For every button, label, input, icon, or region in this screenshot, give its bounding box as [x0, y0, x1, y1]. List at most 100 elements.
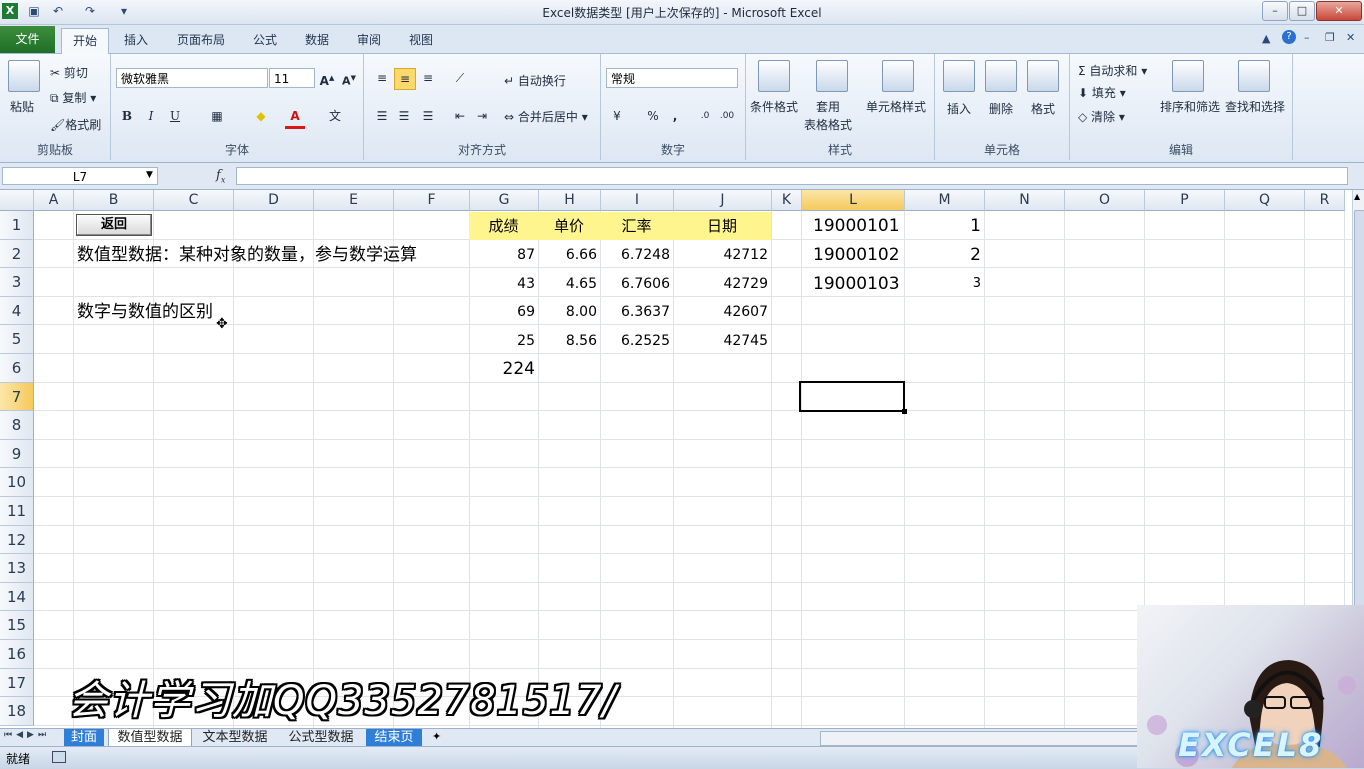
cell-j5[interactable]: 42745 [673, 327, 771, 355]
align-right-icon[interactable]: ☰ [418, 106, 438, 126]
align-bottom-icon[interactable]: ≡ [418, 68, 438, 88]
sheet-tab-numeric[interactable]: 数值型数据 [108, 729, 192, 747]
horizontal-scrollbar[interactable] [820, 731, 1142, 746]
conditional-format-icon[interactable] [758, 60, 790, 92]
row-header-8[interactable]: 8 [0, 411, 34, 440]
row-header-3[interactable]: 3 [0, 268, 34, 297]
macro-record-icon[interactable] [52, 751, 66, 763]
minimize-button[interactable]: – [1262, 1, 1288, 21]
cell-h5[interactable]: 8.56 [538, 327, 600, 355]
align-left-icon[interactable]: ☰ [372, 106, 392, 126]
sort-filter-icon[interactable] [1172, 60, 1204, 92]
cell-i4[interactable]: 6.3637 [600, 298, 673, 326]
wrap-text-button[interactable]: ↵ 自动换行 [504, 72, 566, 89]
cell-g2[interactable]: 87 [469, 241, 538, 269]
tab-page-layout[interactable]: 页面布局 [170, 28, 232, 52]
cell-l2[interactable]: 19000102 [810, 241, 903, 269]
cell-m3[interactable]: 3 [904, 270, 984, 298]
return-button[interactable]: 返回 [76, 214, 152, 236]
column-header-n[interactable]: N [985, 190, 1065, 211]
conditional-format-button[interactable]: 条件格式 [750, 98, 798, 115]
workbook-close-icon[interactable]: ✕ [1346, 31, 1355, 44]
sheet-tab-end[interactable]: 结束页 [366, 729, 422, 746]
row-header-9[interactable]: 9 [0, 439, 34, 469]
column-header-c[interactable]: C [154, 190, 234, 211]
fill-button[interactable]: ⬇ 填充 ▾ [1078, 84, 1126, 101]
delete-button[interactable]: 删除 [989, 100, 1013, 117]
cell-g6[interactable]: 224 [469, 355, 538, 383]
cell-l1[interactable]: 19000101 [810, 212, 903, 240]
select-all-corner[interactable] [0, 190, 34, 211]
column-header-m[interactable]: M [905, 190, 985, 211]
grow-font-icon[interactable]: A▲ [317, 68, 337, 88]
table-format-icon[interactable] [816, 60, 848, 92]
cell-b2[interactable]: 数值型数据：某种对象的数量，参与数学运算 [74, 241, 420, 269]
name-box-dropdown-icon[interactable]: ▼ [146, 170, 153, 180]
cell-h1[interactable]: 单价 [538, 212, 600, 240]
cell-j1[interactable]: 日期 [673, 212, 771, 240]
cut-button[interactable]: ✂ 剪切 [50, 64, 88, 81]
cell-h4[interactable]: 8.00 [538, 298, 600, 326]
column-header-k[interactable]: K [772, 190, 802, 211]
workbook-restore-icon[interactable]: ❐ [1325, 31, 1335, 44]
row-header-17[interactable]: 17 [0, 668, 34, 698]
workbook-minimize-icon[interactable]: – [1304, 31, 1310, 44]
sheet-tab-text[interactable]: 文本型数据 [194, 729, 276, 746]
row-header-11[interactable]: 11 [0, 497, 34, 526]
fill-color-icon[interactable]: ◆ [251, 106, 271, 126]
tab-file[interactable]: 文件 [0, 26, 55, 53]
column-header-o[interactable]: O [1065, 190, 1145, 211]
delete-cells-icon[interactable] [985, 60, 1017, 92]
cell-j4[interactable]: 42607 [673, 298, 771, 326]
merge-center-button[interactable]: ⇔ 合并后居中 ▾ [504, 108, 588, 125]
formula-input[interactable] [236, 167, 1348, 185]
cell-i5[interactable]: 6.2525 [600, 327, 673, 355]
row-header-14[interactable]: 14 [0, 582, 34, 612]
underline-button[interactable]: U [165, 106, 185, 126]
sheet-tab-formula[interactable]: 公式型数据 [280, 729, 362, 746]
sheet-nav-icons[interactable]: ⏮◀▶⏭ [4, 730, 50, 740]
cell-i3[interactable]: 6.7606 [600, 270, 673, 298]
tab-review[interactable]: 审阅 [350, 28, 388, 52]
align-middle-icon[interactable]: ≡ [394, 68, 416, 90]
font-color-icon[interactable]: A [285, 106, 305, 129]
close-button[interactable]: ✕ [1316, 1, 1362, 21]
column-header-j[interactable]: J [674, 190, 772, 211]
row-header-12[interactable]: 12 [0, 525, 34, 555]
cell-i1[interactable]: 汇率 [600, 212, 673, 240]
cell-h2[interactable]: 6.66 [538, 241, 600, 269]
sort-filter-button[interactable]: 排序和筛选 [1160, 98, 1220, 115]
maximize-button[interactable]: □ [1289, 1, 1315, 21]
cell-styles-icon[interactable] [882, 60, 914, 92]
row-header-2[interactable]: 2 [0, 239, 34, 269]
column-header-p[interactable]: P [1145, 190, 1225, 211]
column-header-l[interactable]: L [802, 190, 905, 211]
increase-decimal-icon[interactable]: .0 [695, 106, 715, 126]
cell-g5[interactable]: 25 [469, 327, 538, 355]
column-header-g[interactable]: G [470, 190, 539, 211]
tab-view[interactable]: 视图 [402, 28, 440, 52]
bold-button[interactable]: B [117, 106, 137, 126]
insert-function-icon[interactable]: fx [216, 167, 234, 185]
number-format-select[interactable]: 常规 [606, 68, 738, 88]
cell-g1[interactable]: 成绩 [469, 212, 538, 240]
row-header-16[interactable]: 16 [0, 640, 34, 669]
cell-j2[interactable]: 42712 [673, 241, 771, 269]
cell-m2[interactable]: 2 [904, 241, 984, 269]
column-header-f[interactable]: F [394, 190, 470, 211]
binoculars-icon[interactable] [1238, 60, 1270, 92]
tab-home[interactable]: 开始 [61, 28, 109, 54]
row-header-5[interactable]: 5 [0, 325, 34, 354]
insert-button[interactable]: 插入 [947, 100, 971, 117]
comma-button[interactable]: , [665, 106, 685, 126]
column-header-h[interactable]: H [539, 190, 601, 211]
fill-handle[interactable] [902, 409, 907, 414]
cell-b4[interactable]: 数字与数值的区别 [74, 298, 216, 326]
paste-icon[interactable] [8, 60, 40, 92]
selected-cell-l7[interactable] [799, 381, 905, 412]
paste-button[interactable]: 粘贴 [10, 98, 34, 115]
scroll-up-icon[interactable]: ▲ [1354, 192, 1360, 201]
cell-j3[interactable]: 42729 [673, 270, 771, 298]
format-cells-icon[interactable] [1027, 60, 1059, 92]
cell-l3[interactable]: 19000103 [810, 270, 903, 298]
